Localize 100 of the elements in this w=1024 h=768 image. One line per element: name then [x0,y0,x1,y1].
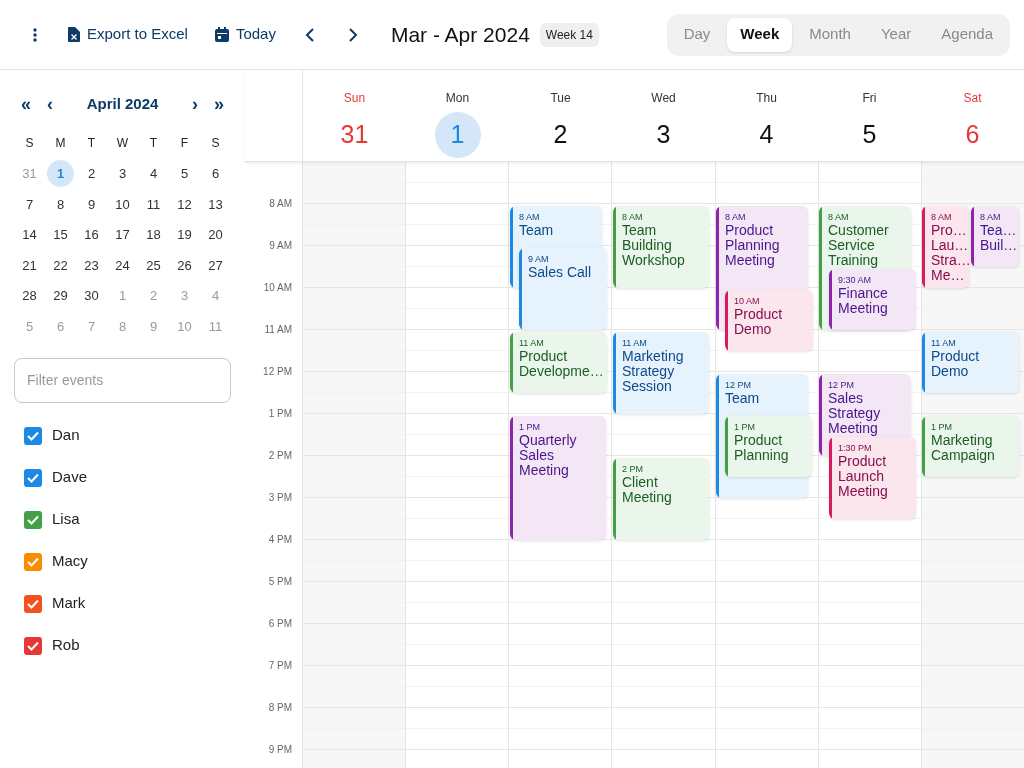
event-card[interactable]: 1:30 PM Product Launch Meeting [829,437,916,519]
event-card[interactable]: 1 PM Quarterly Sales Meeting [510,416,606,540]
view-tab[interactable]: Week [727,17,793,52]
weekday-name: Sat [963,90,982,107]
event-card[interactable]: 11 AM Product Demo [922,332,1019,393]
event-time: 1 PM [519,421,540,433]
checkbox[interactable] [24,552,42,571]
time-label: 2 PM [268,449,292,463]
time-label: 9 AM [269,239,292,253]
event-time: 9 AM [528,253,549,265]
weekday-label: T [149,135,158,153]
date-button[interactable]: 21 [16,251,43,279]
event-title: Client Meeting [622,475,673,505]
event-card[interactable]: 9 AM Sales Call [519,248,607,330]
date-button[interactable]: 9 [78,190,105,218]
time-label: 3 PM [268,491,292,505]
previous-icon[interactable] [304,26,315,43]
weekday-label: S [211,135,220,153]
date-button[interactable]: 15 [47,221,74,249]
event-card[interactable]: 2 PM Client Meeting [613,458,709,540]
event-time: 11 AM [622,337,647,349]
date-button[interactable]: 4 [140,160,167,188]
event-time: 1:30 PM [838,442,872,454]
day-number[interactable]: 6 [949,112,996,158]
event-time: 1 PM [734,421,755,433]
date-button[interactable]: 3 [109,160,136,188]
date-button[interactable]: 28 [16,282,43,310]
checkbox[interactable] [24,594,42,613]
event-card[interactable]: 1 PM Product Planning [725,416,812,477]
day-number[interactable]: 3 [640,112,687,158]
filter-field[interactable]: Filter events [14,357,231,403]
event-title: Team [725,391,760,406]
date-button[interactable]: 14 [16,221,43,249]
time-label: 12 PM [263,365,292,379]
date-button[interactable]: 30 [78,282,105,310]
checkbox[interactable] [24,426,42,445]
date-button[interactable]: 18 [140,221,167,249]
date-button[interactable]: 2 [78,160,105,188]
time-label: 6 PM [268,617,292,631]
weekday-label: W [116,135,129,153]
calendar-icon [214,27,229,42]
date-button[interactable]: 23 [78,251,105,279]
date-button[interactable]: 22 [47,251,74,279]
day-number[interactable]: 2 [537,112,584,158]
event-card[interactable]: 10 AM Product Demo [725,290,813,351]
date-button[interactable]: 13 [202,190,229,218]
person-label: Lisa [52,509,80,530]
date-button[interactable]: 12 [171,190,198,218]
date-button[interactable]: 11 [140,190,167,218]
date-button[interactable]: 6 [202,160,229,188]
date-button[interactable]: 26 [171,251,198,279]
checkbox[interactable] [24,468,42,487]
date-button[interactable]: 20 [202,221,229,249]
event-time: 8 AM [828,211,849,223]
next-month-button[interactable]: › [183,95,207,113]
previous-year-button[interactable]: « [14,95,38,113]
person-label: Macy [52,551,88,572]
day-number[interactable]: 31 [331,112,378,158]
person-label: Rob [52,635,80,656]
date-button[interactable]: 16 [78,221,105,249]
event-time: 8 AM [980,211,1001,223]
event-card[interactable]: 1 PM Marketing Campaign [922,416,1019,477]
event-title: Team [519,223,554,238]
day-number[interactable]: 5 [846,112,893,158]
weekday-name: Tue [550,90,571,107]
previous-month-button[interactable]: ‹ [38,95,62,113]
event-card[interactable]: 11 AM Product Developme… [510,332,607,393]
date-range-title: Mar - Apr 2024 [390,21,530,48]
date-button[interactable]: 10 [109,190,136,218]
checkbox[interactable] [24,636,42,655]
day-number[interactable]: 4 [743,112,790,158]
event-card[interactable]: 11 AM Marketing Strategy Session [613,332,709,414]
event-title: Tea… Buil… [980,223,1018,253]
event-time: 8 AM [622,211,643,223]
event-card[interactable]: 8 AM Tea… Buil… [971,206,1019,267]
weekday-name: Sun [343,90,366,107]
event-card[interactable]: 9:30 AM Finance Meeting [829,269,916,330]
time-label: 4 PM [268,533,292,547]
date-button[interactable]: 8 [47,190,74,218]
date-button[interactable]: 7 [16,190,43,218]
event-card[interactable]: 8 AM Team Building Workshop [613,206,709,288]
event-time: 10 AM [734,295,760,307]
date-button[interactable]: 5 [171,160,198,188]
weekday-label: S [25,135,34,153]
event-title: Product Developme… [519,349,604,379]
next-icon[interactable] [347,26,358,43]
next-year-button[interactable]: » [207,95,231,113]
date-button[interactable]: 17 [109,221,136,249]
time-label: 8 AM [269,197,292,211]
export-button[interactable]: Export to Excel [68,23,188,46]
date-button[interactable]: 25 [140,251,167,279]
date-button[interactable]: 29 [47,282,74,310]
checkbox[interactable] [24,510,42,529]
event-card[interactable]: 8 AM Pro… Lau… Stra… Me… [922,206,969,288]
date-button[interactable]: 27 [202,251,229,279]
today-button[interactable]: Today [214,23,276,46]
event-title: Product Planning Meeting [725,223,781,268]
date-button[interactable]: 24 [109,251,136,279]
date-button[interactable]: 19 [171,221,198,249]
event-title: Team Building Workshop [622,223,686,268]
